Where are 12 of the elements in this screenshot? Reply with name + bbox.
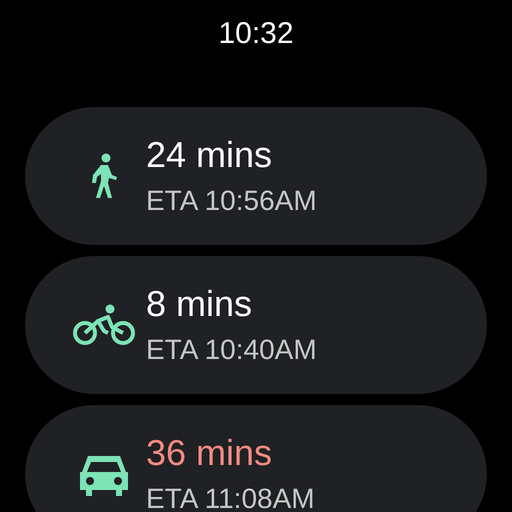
route-card[interactable]: 8 mins ETA 10:40AM [25,256,487,394]
travel-duration: 24 mins [146,134,274,176]
walking-person-icon [90,153,118,199]
travel-duration: 36 mins [146,432,274,474]
route-card[interactable]: 24 mins ETA 10:56AM [25,107,487,245]
clock-time: 10:32 [218,16,294,52]
travel-duration: 8 mins [146,283,254,325]
arrival-time: ETA 10:56AM [146,184,317,218]
route-card[interactable]: 36 mins ETA 11:08AM [25,405,487,512]
arrival-time: ETA 11:08AM [146,482,315,512]
arrival-time: ETA 10:40AM [146,333,317,367]
cyclist-icon [72,303,136,347]
